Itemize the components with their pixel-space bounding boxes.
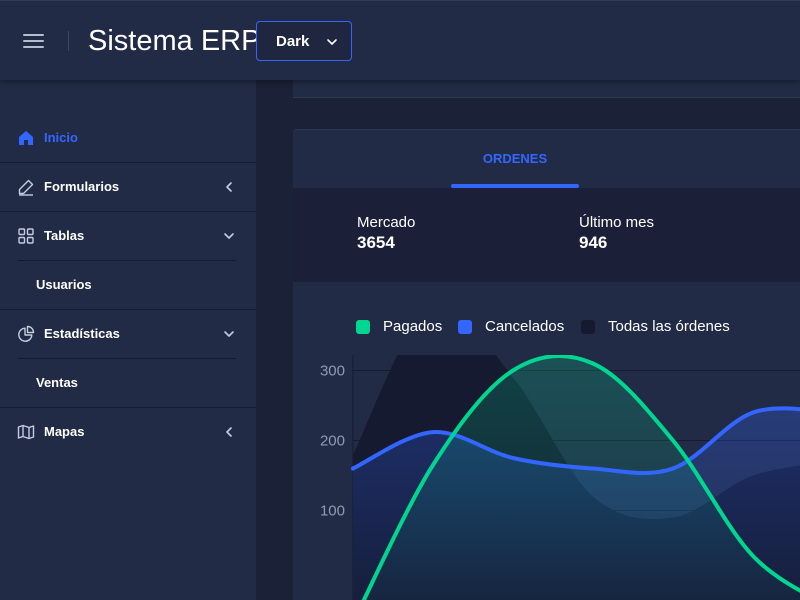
stat-ultimo-mes: Último mes 946 [579,214,654,254]
legend-label: Pagados [383,318,443,335]
legend-label: Cancelados [485,318,565,335]
pie-chart-icon [18,325,35,342]
sidebar-item-label: Formularios [44,179,120,194]
stat-value: 946 [579,233,608,252]
sidebar-item-label: Mapas [44,424,85,439]
header-divider [68,31,69,51]
theme-select-value: Dark [276,33,310,50]
tab-label: ORDENES [482,151,548,166]
theme-select[interactable]: Dark [256,21,352,61]
y-tick-label: 200 [320,433,345,450]
sidebar-subitem-ventas[interactable]: Ventas [0,359,256,408]
top-card [293,80,800,98]
chevron-down-icon [327,39,337,45]
stat-label: Mercado [357,214,416,231]
legend-label: Todas las órdenes [608,318,730,335]
legend-swatch [581,320,595,334]
chevron-down-icon [224,331,234,337]
sidebar-item-label: Estadísticas [44,326,120,341]
sidebar-subitem-usuarios[interactable]: Usuarios [0,261,256,310]
sidebar-item-formularios[interactable]: Formularios [0,163,256,212]
app-title: Sistema ERP [88,25,261,57]
app-header: Sistema ERP Dark [0,0,800,80]
map-icon [17,424,35,440]
legend-swatch [356,320,370,334]
stat-value: 3654 [357,233,395,252]
stat-label: Último mes [579,214,655,231]
edit-icon [18,179,34,196]
sidebar-item-label: Tablas [44,228,85,243]
stats-bar: Mercado 3654 Último mes 946 [293,188,800,282]
chevron-left-icon [226,182,232,192]
sidebar-item-label: Ventas [36,375,78,390]
home-icon [19,131,33,145]
stat-mercado: Mercado 3654 [357,214,415,254]
sidebar-item-tablas[interactable]: Tablas [0,212,256,261]
tab-ordenes[interactable]: ORDENES [451,130,579,188]
grid-icon [18,228,34,244]
sidebar-item-label: Usuarios [36,277,92,292]
sidebar-item-mapas[interactable]: Mapas [0,408,256,457]
chevron-down-icon [224,233,234,239]
y-tick-label: 300 [320,363,345,380]
legend-swatch [458,320,472,334]
y-tick-label: 100 [320,503,345,520]
sidebar-item-estadisticas[interactable]: Estadísticas [0,310,256,359]
sidebar-item-inicio[interactable]: Inicio [0,114,256,163]
sidebar-item-label: Inicio [44,130,78,145]
orders-chart: 400300200100 [320,355,800,600]
menu-toggle-button[interactable] [18,28,50,54]
sidebar: Inicio Formularios Tablas Usuarios Estad… [0,80,256,600]
chevron-left-icon [226,427,232,437]
hamburger-menu-icon [23,34,44,48]
